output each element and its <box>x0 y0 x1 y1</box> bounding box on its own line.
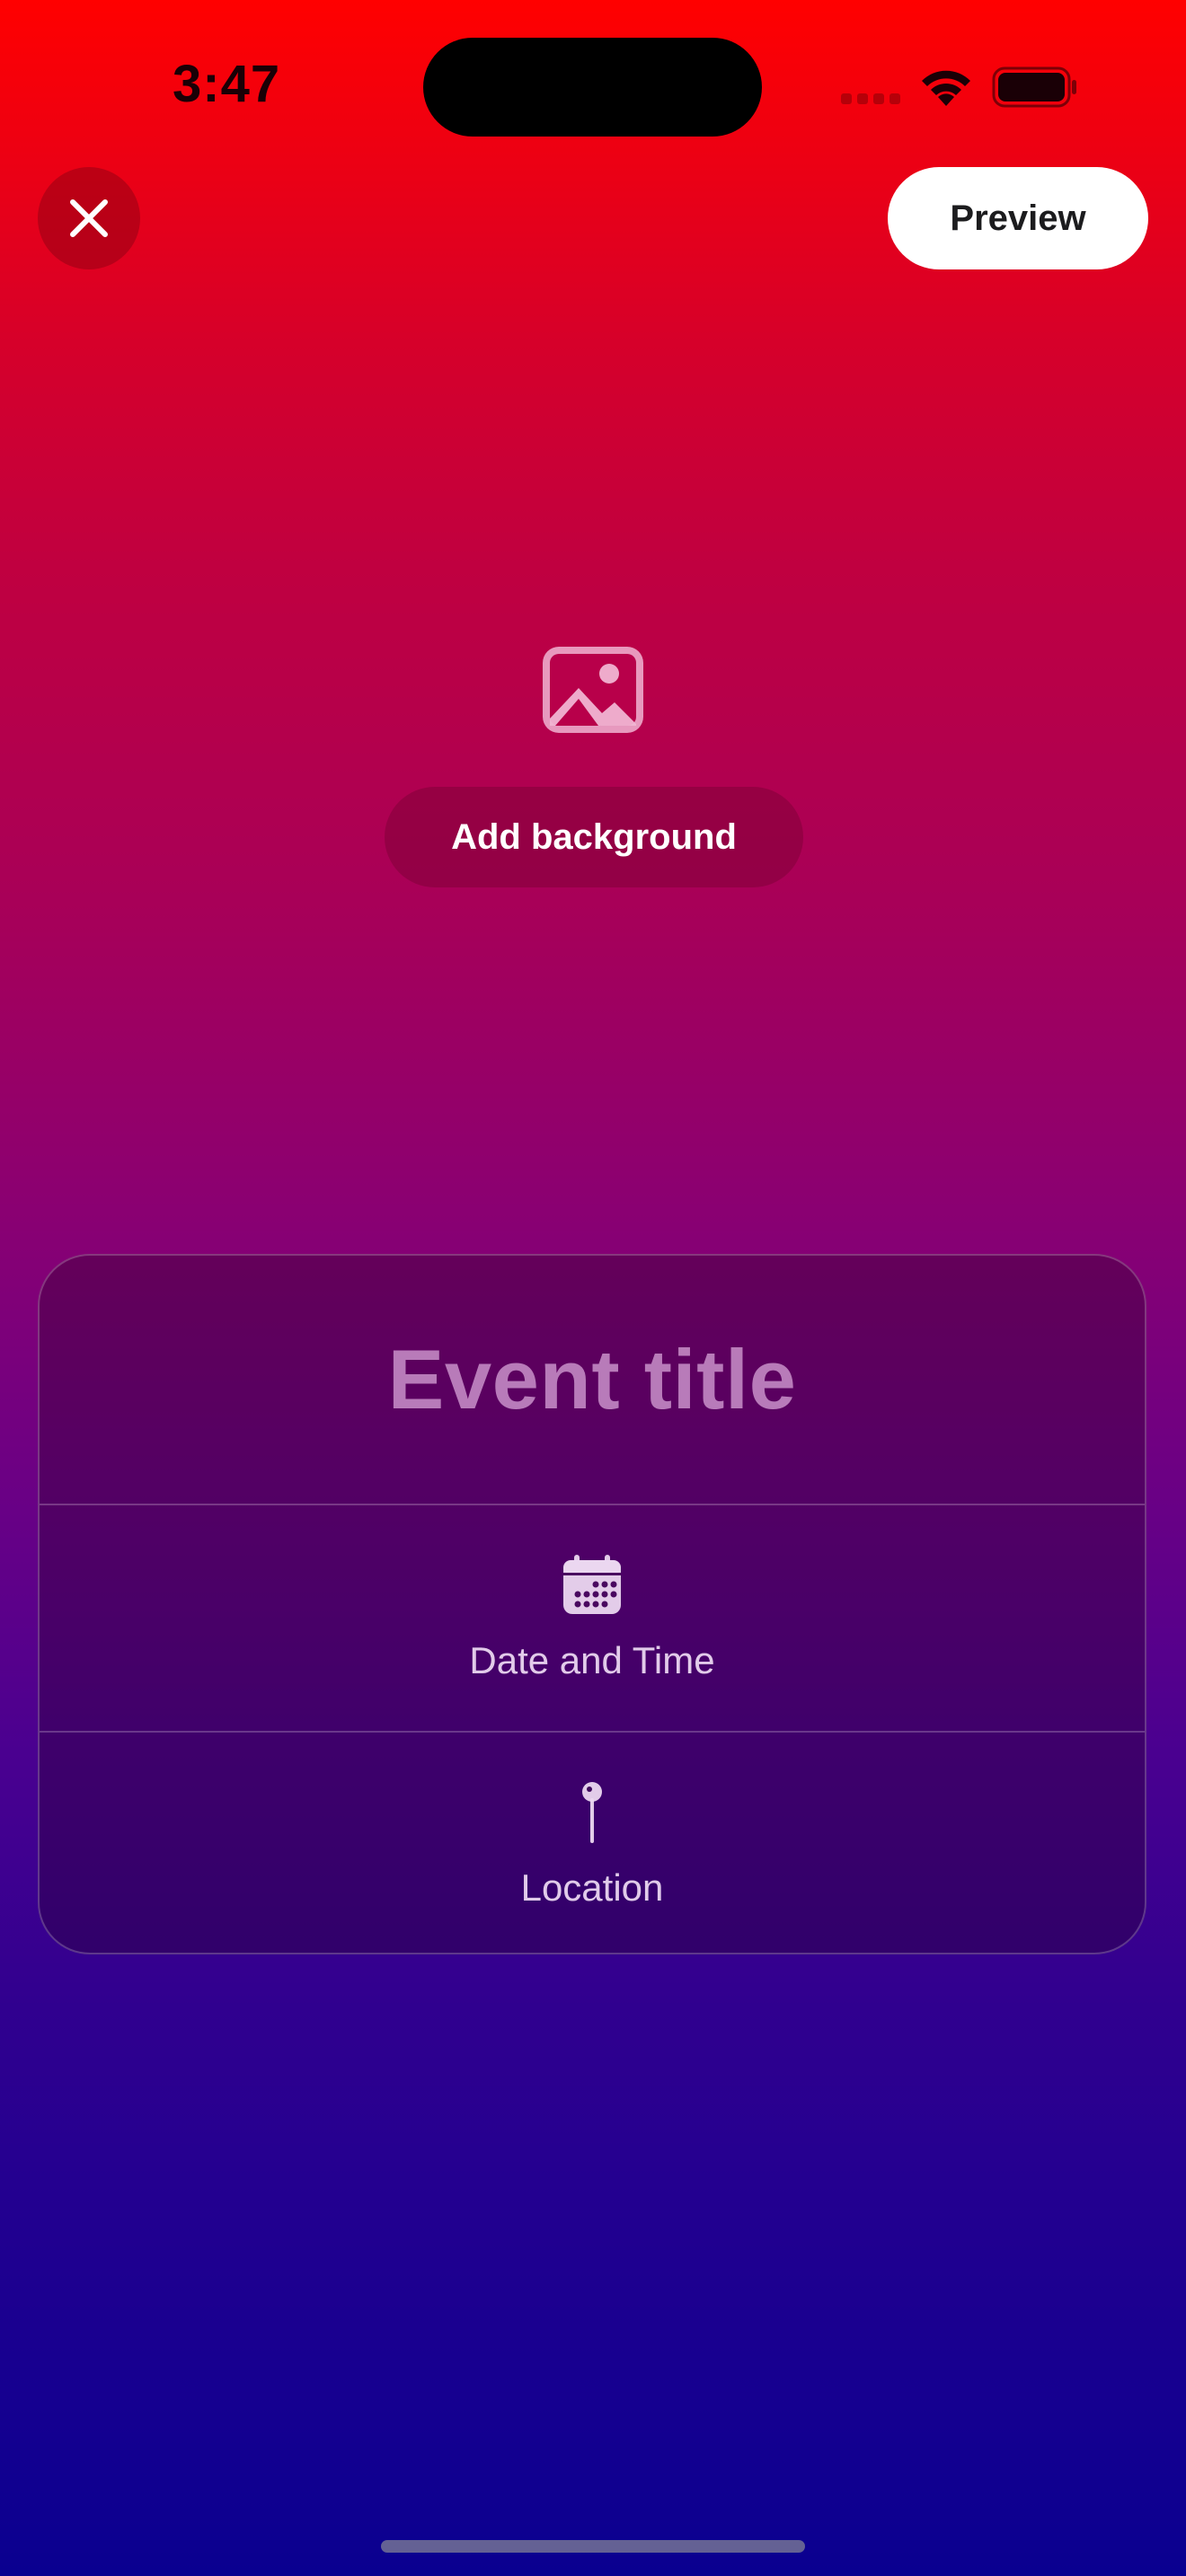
photo-icon[interactable] <box>543 647 643 733</box>
location-row[interactable]: Location <box>40 1733 1145 1953</box>
close-button[interactable] <box>38 167 140 269</box>
calendar-icon <box>563 1554 621 1614</box>
add-background-button[interactable]: Add background <box>385 787 803 887</box>
date-time-row[interactable]: Date and Time <box>40 1505 1145 1733</box>
status-time: 3:47 <box>173 55 281 113</box>
pin-icon <box>582 1781 602 1843</box>
event-title-field[interactable]: Event title <box>40 1256 1145 1505</box>
home-indicator[interactable] <box>381 2540 805 2553</box>
location-label: Location <box>520 1866 664 1909</box>
dynamic-island <box>423 38 762 137</box>
preview-button[interactable]: Preview <box>888 167 1148 269</box>
event-card: Event title Date and Time Location <box>38 1254 1146 1954</box>
close-icon <box>70 199 108 237</box>
event-title-placeholder: Event title <box>387 1332 797 1426</box>
date-time-label: Date and Time <box>469 1638 715 1681</box>
cellular-signal-icon <box>841 93 900 104</box>
battery-icon <box>992 66 1076 108</box>
wifi-icon <box>922 70 970 106</box>
